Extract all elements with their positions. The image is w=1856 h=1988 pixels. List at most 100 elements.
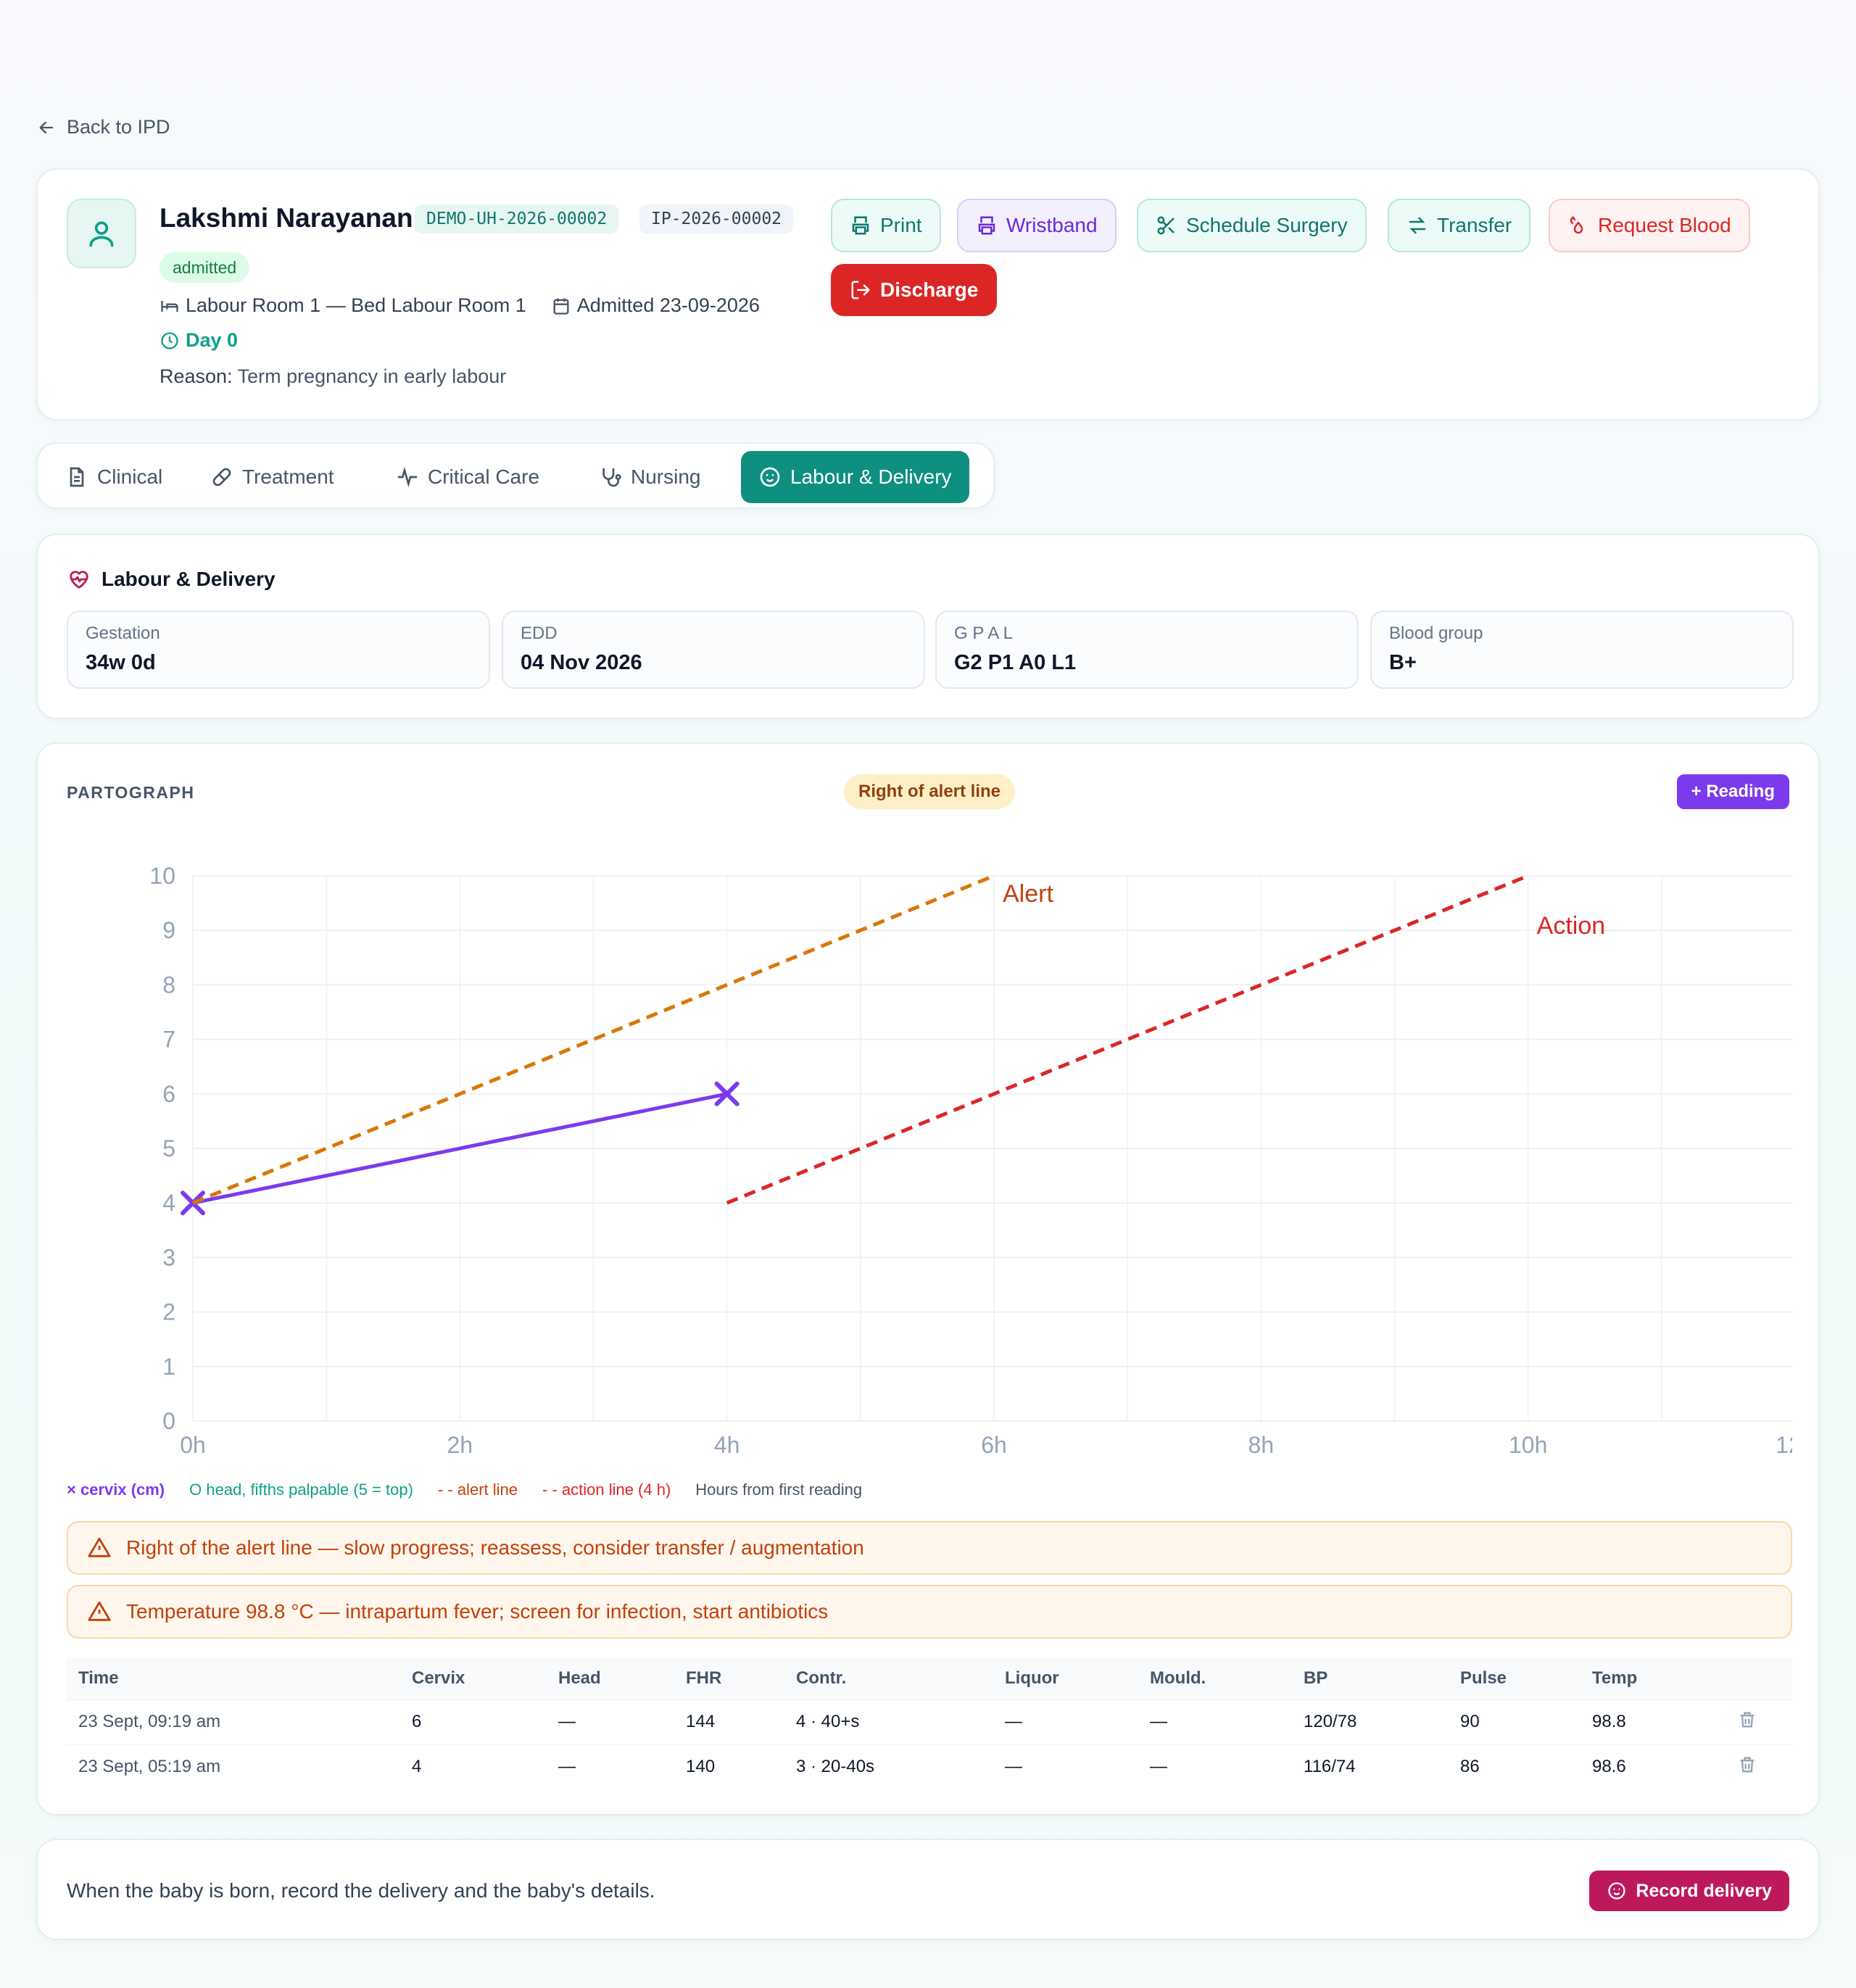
- tab-label: Critical Care: [428, 465, 540, 488]
- admission-meta: Labour Room 1 — Bed Labour Room 1 Admitt…: [160, 294, 760, 317]
- discharge-button[interactable]: Discharge: [831, 264, 998, 316]
- table-row: 23 Sept, 05:19 am 4 — 140 3 · 20-40s — —…: [67, 1744, 1792, 1789]
- cell-head: —: [547, 1699, 674, 1744]
- stethoscope-icon: [602, 468, 621, 487]
- y-tick-label: 6: [162, 1081, 175, 1107]
- activity-icon: [397, 466, 418, 488]
- cell-moulding: —: [1138, 1699, 1292, 1744]
- legend-cervix: × cervix (cm): [67, 1480, 165, 1499]
- day-label: Day 0: [186, 329, 239, 351]
- baby-icon: [760, 467, 780, 487]
- tab-treatment[interactable]: Treatment: [193, 451, 352, 503]
- column-header: Liquor: [993, 1657, 1138, 1699]
- column-header: FHR: [674, 1657, 784, 1699]
- cell-time: 23 Sept, 05:19 am: [67, 1744, 400, 1789]
- y-tick-label: 9: [162, 917, 175, 943]
- x-tick-label: 6h: [981, 1432, 1007, 1458]
- cell-bp: 116/74: [1292, 1744, 1449, 1789]
- x-tick-label: 4h: [714, 1432, 740, 1458]
- stat-label: Blood group: [1389, 624, 1483, 643]
- legend-head: O head, fifths palpable (5 = top): [189, 1480, 413, 1499]
- logout-icon: [851, 281, 871, 299]
- reason-text: Term pregnancy in early labour: [237, 365, 507, 387]
- warning-text: Temperature 98.8 °C — intrapartum fever;…: [126, 1600, 829, 1623]
- print-button[interactable]: Print: [831, 199, 941, 252]
- y-tick-label: 3: [162, 1244, 175, 1270]
- y-tick-label: 5: [162, 1135, 175, 1161]
- x-tick-label: 0h: [180, 1432, 206, 1458]
- stat-blood-group: Blood group B+: [1370, 610, 1794, 689]
- partograph-title: PARTOGRAPH: [67, 783, 195, 802]
- legend-x-axis-note: Hours from first reading: [695, 1480, 863, 1499]
- column-header: BP: [1292, 1657, 1449, 1699]
- back-label: Back to IPD: [67, 116, 170, 138]
- y-tick-label: 8: [162, 972, 175, 998]
- printer-icon: [978, 216, 995, 235]
- trash-icon[interactable]: [1737, 1755, 1757, 1775]
- table-row: 23 Sept, 09:19 am 6 — 144 4 · 40+s — — 1…: [67, 1699, 1792, 1744]
- tab-clinical[interactable]: Clinical: [48, 451, 180, 503]
- day-count: Day 0: [160, 329, 238, 352]
- stat-gpal: G P A L G2 P1 A0 L1: [935, 610, 1359, 689]
- bed-location: Labour Room 1 — Bed Labour Room 1: [186, 294, 526, 316]
- column-header: Pulse: [1449, 1657, 1580, 1699]
- column-header: Time: [67, 1657, 400, 1699]
- reason-label: Reason:: [160, 365, 233, 387]
- request-blood-button[interactable]: Request Blood: [1549, 199, 1750, 252]
- cell-pulse: 90: [1449, 1699, 1580, 1744]
- arrows-exchange-icon: [1409, 217, 1426, 234]
- discharge-label: Discharge: [880, 278, 979, 301]
- printer-icon: [852, 216, 869, 235]
- x-tick-label: 12h: [1776, 1432, 1792, 1458]
- stat-value: B+: [1389, 651, 1417, 674]
- cell-actions: [1726, 1744, 1792, 1789]
- warning-slow-progress: Right of the alert line — slow progress;…: [67, 1521, 1792, 1575]
- add-reading-button[interactable]: + Reading: [1676, 774, 1789, 809]
- record-delivery-label: Record delivery: [1636, 1880, 1772, 1901]
- document-icon: [70, 467, 84, 487]
- cell-moulding: —: [1138, 1744, 1292, 1789]
- cell-pulse: 86: [1449, 1744, 1580, 1789]
- calendar-icon: [553, 298, 569, 315]
- back-link[interactable]: Back to IPD: [36, 116, 170, 138]
- user-icon: [89, 221, 114, 247]
- uhid-badge: DEMO-UH-2026-00002: [415, 204, 619, 233]
- stat-value: 34w 0d: [86, 651, 156, 674]
- wristband-button[interactable]: Wristband: [957, 199, 1116, 252]
- page: Back to IPD Lakshmi Narayanan DEMO-UH-20…: [0, 0, 1856, 1988]
- transfer-button[interactable]: Transfer: [1388, 199, 1531, 252]
- tab-labour-delivery[interactable]: Labour & Delivery: [741, 451, 969, 503]
- trash-icon[interactable]: [1737, 1710, 1757, 1730]
- chart-legend: × cervix (cm) O head, fifths palpable (5…: [67, 1480, 862, 1499]
- cell-temp: 98.6: [1580, 1744, 1726, 1789]
- tab-critical-care[interactable]: Critical Care: [378, 451, 557, 503]
- y-tick-label: 0: [162, 1408, 175, 1434]
- series-label-action: Action: [1537, 912, 1606, 940]
- stat-value: G2 P1 A0 L1: [954, 651, 1077, 674]
- column-header-actions: [1726, 1657, 1792, 1699]
- wristband-label: Wristband: [1006, 214, 1098, 236]
- schedule-surgery-button[interactable]: Schedule Surgery: [1137, 199, 1367, 252]
- legend-alert-line: - - alert line: [437, 1480, 518, 1499]
- y-tick-label: 10: [149, 863, 175, 889]
- schedule-surgery-label: Schedule Surgery: [1186, 214, 1348, 236]
- stat-label: EDD: [521, 624, 558, 643]
- section-title: Labour & Delivery: [67, 567, 276, 592]
- record-delivery-button[interactable]: Record delivery: [1589, 1871, 1789, 1911]
- cell-fhr: 144: [674, 1699, 784, 1744]
- y-tick-label: 2: [162, 1299, 175, 1325]
- y-tick-label: 4: [162, 1190, 175, 1216]
- tab-nursing[interactable]: Nursing: [581, 451, 718, 503]
- legend-action-line: - - action line (4 h): [542, 1480, 671, 1499]
- print-label: Print: [880, 214, 922, 236]
- cell-actions: [1726, 1699, 1792, 1744]
- baby-icon: [1608, 1882, 1626, 1900]
- avatar: [67, 199, 136, 268]
- stat-label: Gestation: [86, 624, 160, 643]
- table-header-row: Time Cervix Head FHR Contr. Liquor Mould…: [67, 1657, 1792, 1699]
- cell-cervix: 6: [400, 1699, 547, 1744]
- tab-label: Labour & Delivery: [790, 465, 952, 488]
- cell-fhr: 140: [674, 1744, 784, 1789]
- section-title-text: Labour & Delivery: [102, 568, 276, 590]
- chart-series: Alert Action: [181, 874, 1606, 1216]
